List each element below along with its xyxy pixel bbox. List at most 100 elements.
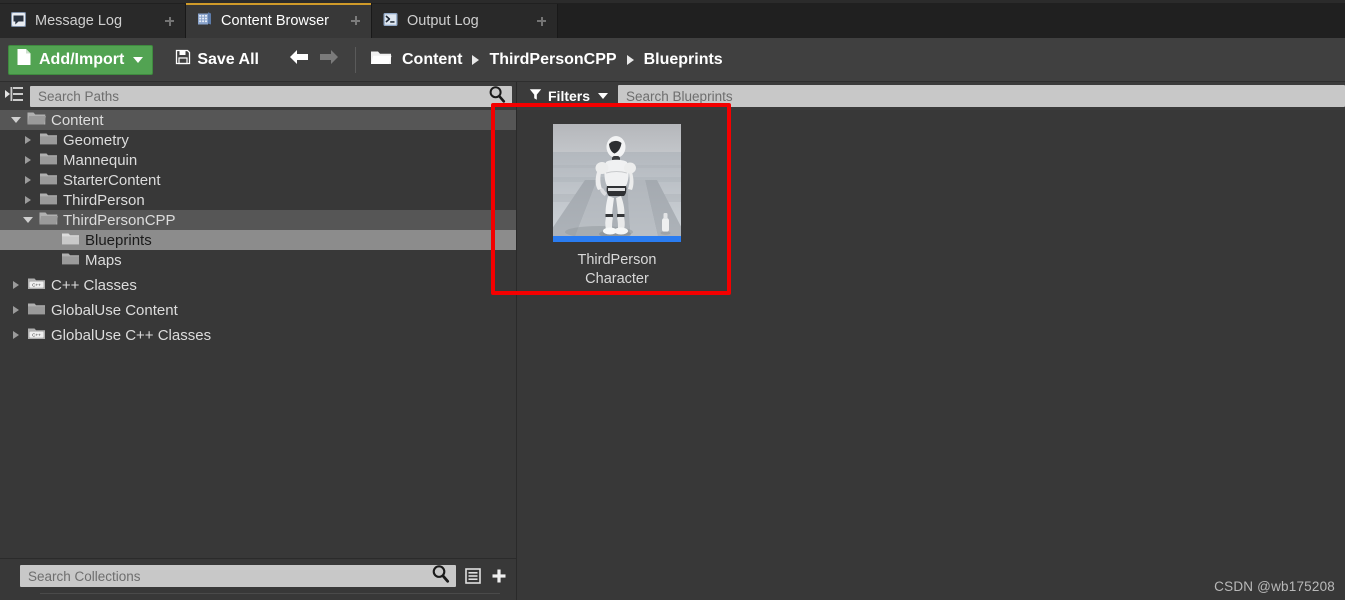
close-icon[interactable]	[349, 14, 362, 27]
tree-item-maps[interactable]: Maps	[0, 250, 516, 270]
search-collections-placeholder: Search Collections	[28, 568, 141, 584]
search-icon[interactable]	[488, 85, 506, 108]
cpp-folder-icon: C++	[27, 276, 46, 295]
tree-item-thirdperson[interactable]: ThirdPerson	[0, 190, 516, 210]
breadcrumb-item-content[interactable]: Content	[402, 51, 462, 69]
filters-label: Filters	[548, 88, 591, 104]
output-log-icon	[382, 11, 399, 32]
tree-item-mannequin[interactable]: Mannequin	[0, 150, 516, 170]
collapse-arrow-icon[interactable]	[10, 117, 22, 123]
breadcrumb-item-blueprints[interactable]: Blueprints	[644, 51, 723, 69]
folder-icon	[27, 301, 46, 320]
tree-item-label: ThirdPerson	[63, 191, 145, 209]
tree-item-thirdpersoncpp[interactable]: ThirdPersonCPP	[0, 210, 516, 230]
tree-item-label: GlobalUse Content	[51, 301, 178, 319]
svg-text:C++: C++	[32, 282, 41, 287]
search-paths-placeholder: Search Paths	[38, 88, 120, 104]
tree-item-startercontent[interactable]: StarterContent	[0, 170, 516, 190]
sources-panel: Search Paths Content Geometry Mannequin Sta…	[0, 82, 517, 600]
tab-content-browser[interactable]: Content Browser	[186, 3, 372, 38]
chevron-right-icon[interactable]	[472, 54, 480, 65]
expand-arrow-icon[interactable]	[22, 156, 34, 164]
tree-item-label: C++ Classes	[51, 276, 137, 294]
breadcrumb-item-thirdpersoncpp[interactable]: ThirdPersonCPP	[489, 51, 616, 69]
chevron-down-icon	[598, 93, 609, 99]
content-browser-toolbar: Add/Import Save All Content ThirdPersonC…	[0, 38, 1345, 82]
toolbar-divider	[355, 46, 356, 73]
tree-item-content[interactable]: Content	[0, 110, 516, 130]
tree-item-label: Mannequin	[63, 151, 138, 169]
tree-item-geometry[interactable]: Geometry	[0, 130, 516, 150]
cpp-folder-icon: C++	[27, 326, 46, 345]
tab-label: Content Browser	[221, 12, 329, 29]
arrow-left-icon[interactable]	[287, 47, 311, 72]
asset-search-bar: Filters Search Blueprints	[517, 82, 1345, 110]
folder-open-icon	[27, 111, 46, 130]
folder-icon	[39, 131, 58, 150]
tree-item-globaluse-content[interactable]: GlobalUse Content	[0, 300, 516, 320]
close-icon[interactable]	[535, 15, 548, 28]
watermark: CSDN @wb175208	[1214, 579, 1335, 594]
tab-output-log[interactable]: Output Log	[372, 4, 558, 38]
search-collections-input[interactable]: Search Collections	[20, 565, 456, 587]
tree-item-globaluse-c-classes[interactable]: C++ GlobalUse C++ Classes	[0, 325, 516, 345]
tree-item-label: ThirdPersonCPP	[63, 211, 176, 229]
asset-tile-label: ThirdPerson Character	[553, 251, 681, 289]
search-paths-input[interactable]: Search Paths	[30, 85, 512, 108]
folder-icon	[39, 191, 58, 210]
tree-item-label: StarterContent	[63, 171, 161, 189]
expand-arrow-icon[interactable]	[10, 331, 22, 339]
asset-tile-thirdpersoncharacter[interactable]: ThirdPerson Character	[553, 124, 681, 289]
add-import-button[interactable]: Add/Import	[8, 44, 154, 75]
expand-arrow-icon[interactable]	[22, 196, 34, 204]
content-browser-icon	[196, 10, 213, 31]
breadcrumb: Content ThirdPersonCPP Blueprints	[370, 49, 723, 71]
folder-icon	[61, 231, 80, 250]
svg-text:C++: C++	[32, 332, 41, 337]
list-options-icon[interactable]	[464, 567, 482, 585]
expand-arrow-icon[interactable]	[10, 306, 22, 314]
tab-bar: Message Log Content Browser Output Log	[0, 0, 1345, 38]
add-import-label: Add/Import	[39, 50, 125, 68]
floppy-disk-icon	[175, 49, 191, 70]
tab-label: Output Log	[407, 13, 479, 29]
tab-label: Message Log	[35, 13, 123, 29]
path-search-bar: Search Paths	[0, 82, 516, 110]
plus-icon[interactable]	[490, 567, 508, 585]
search-blueprints-placeholder: Search Blueprints	[626, 88, 733, 104]
expand-arrow-icon[interactable]	[10, 281, 22, 289]
arrow-right-icon	[317, 47, 341, 72]
asset-name-line1: ThirdPerson	[577, 252, 657, 268]
navigation-arrows	[287, 47, 341, 72]
expand-arrow-icon[interactable]	[22, 176, 34, 184]
asset-tree: Content Geometry Mannequin StarterContent Th…	[0, 110, 516, 558]
asset-name-line2: Character	[585, 271, 649, 287]
chevron-down-icon	[133, 56, 144, 63]
asset-type-color-bar	[553, 236, 681, 242]
save-all-button[interactable]: Save All	[165, 49, 269, 70]
chevron-right-icon[interactable]	[626, 54, 634, 65]
tree-item-c-classes[interactable]: C++ C++ Classes	[0, 275, 516, 295]
asset-panel: Filters Search Blueprints ThirdPerson Ch…	[517, 82, 1345, 600]
content-browser-window: Message Log Content Browser Output Log A…	[0, 0, 1345, 600]
save-all-label: Save All	[197, 50, 259, 68]
message-log-icon	[10, 11, 27, 32]
search-blueprints-input[interactable]: Search Blueprints	[618, 85, 1345, 107]
folder-icon	[39, 151, 58, 170]
search-icon[interactable]	[431, 564, 450, 588]
tree-item-blueprints[interactable]: Blueprints	[0, 230, 516, 250]
tree-item-label: Maps	[85, 251, 122, 269]
close-icon[interactable]	[163, 15, 176, 28]
funnel-icon	[529, 88, 542, 104]
collections-panel: Search Collections	[0, 558, 516, 600]
collapse-sources-icon[interactable]	[4, 85, 24, 108]
tree-item-label: Content	[51, 111, 104, 129]
content-browser-body: Search Paths Content Geometry Mannequin Sta…	[0, 82, 1345, 600]
folder-icon	[61, 251, 80, 270]
expand-arrow-icon[interactable]	[22, 136, 34, 144]
filters-button[interactable]: Filters	[517, 82, 618, 110]
tab-message-log[interactable]: Message Log	[0, 4, 186, 38]
folder-open-icon[interactable]	[370, 49, 392, 71]
tree-item-label: Geometry	[63, 131, 129, 149]
collapse-arrow-icon[interactable]	[22, 217, 34, 223]
